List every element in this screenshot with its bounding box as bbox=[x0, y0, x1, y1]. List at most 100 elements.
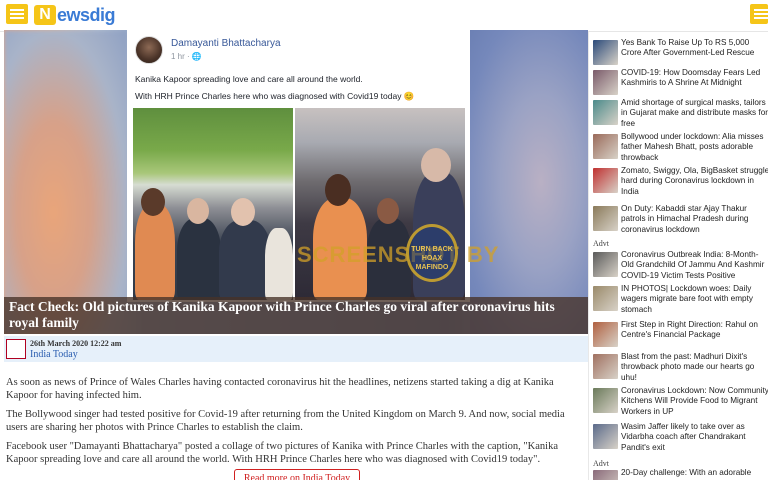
byline: 26th March 2020 12:22 am India Today bbox=[4, 336, 588, 362]
source-link[interactable]: India Today bbox=[30, 349, 78, 360]
figure-woman-left bbox=[135, 204, 175, 300]
read-more-button[interactable]: Read more on India Today bbox=[234, 469, 360, 480]
news-headline-line: Bollywood under lockdown: Alia misses bbox=[621, 132, 764, 141]
sidebar-news-item[interactable]: Blast from the past: Madhuri Dixit's thro… bbox=[593, 352, 768, 384]
news-thumbnail bbox=[593, 168, 618, 193]
article-paragraph: Facebook user "Damayanti Bhattacharya" p… bbox=[6, 441, 558, 465]
sidebar-news-item[interactable]: Bollywood under lockdown: Alia misses fat… bbox=[593, 132, 768, 164]
news-headline-line: stomach bbox=[621, 304, 652, 314]
news-headline-line: free bbox=[621, 118, 636, 128]
sidebar-news-item[interactable]: IN PHOTOS| Lockdown woes: Daily wagers mi… bbox=[593, 284, 768, 316]
news-thumbnail bbox=[593, 424, 618, 449]
news-headline[interactable]: Yes Bank To Raise Up To RS 5,000 Crore Af… bbox=[621, 38, 768, 59]
news-headline[interactable]: Blast from the past: Madhuri Dixit's thro… bbox=[621, 352, 768, 383]
related-news-sidebar: Yes Bank To Raise Up To RS 5,000 Crore Af… bbox=[588, 32, 768, 480]
publish-date: 26th March 2020 12:22 am bbox=[30, 339, 122, 348]
news-headline-line: throwback photo made our hearts go bbox=[621, 362, 755, 372]
news-thumbnail bbox=[593, 322, 618, 347]
hero-blur-right bbox=[470, 30, 588, 334]
news-headline-line: COVID-19: How Doomsday Fears Led bbox=[621, 68, 761, 77]
news-headline-line: patrols in Himachal Pradesh during bbox=[621, 214, 749, 224]
news-headline-line: throwback bbox=[621, 152, 659, 162]
advt-label: Advt bbox=[593, 459, 609, 468]
news-thumbnail bbox=[593, 134, 618, 159]
news-headline[interactable]: Coronavirus Outbreak India: 8-Month- Old … bbox=[621, 250, 768, 281]
news-headline[interactable]: First Step in Right Direction: Rahul on C… bbox=[621, 320, 768, 341]
news-headline-line: Coronavirus Outbreak India: 8-Month- bbox=[621, 250, 759, 259]
news-headline[interactable]: 20-Day challenge: With an adorable bbox=[621, 468, 768, 478]
news-headline[interactable]: Wasim Jaffer likely to take over as Vidar… bbox=[621, 422, 768, 453]
figure-head bbox=[325, 174, 351, 206]
news-thumbnail bbox=[593, 354, 618, 379]
news-headline-line: India bbox=[621, 186, 639, 196]
news-headline-line: On Duty: Kabaddi star Ajay Thakur bbox=[621, 204, 747, 213]
site-logo[interactable]: N ewsdig bbox=[34, 4, 116, 26]
sidebar-news-item[interactable]: Coronavirus Lockdown: Now Community Kitch… bbox=[593, 386, 768, 418]
news-headline-line: Yes Bank To Raise Up To RS 5,000 bbox=[621, 38, 750, 47]
news-headline[interactable]: Zomato, Swiggy, Ola, BigBasket struggle h… bbox=[621, 166, 768, 197]
menu-icon-right[interactable] bbox=[750, 4, 768, 24]
sidebar-news-item[interactable]: Wasim Jaffer likely to take over as Vidar… bbox=[593, 422, 768, 454]
source-logo-icon bbox=[6, 339, 26, 359]
figure-head bbox=[141, 188, 165, 216]
sidebar-news-item[interactable]: COVID-19: How Doomsday Fears Led Kashmiri… bbox=[593, 68, 768, 100]
post-text-line-1: Kanika Kapoor spreading love and care al… bbox=[135, 74, 363, 84]
news-headline-line: Zomato, Swiggy, Ola, BigBasket struggle bbox=[621, 166, 768, 175]
news-headline-line: Kashmiris to A Shrine At Midnight bbox=[621, 78, 742, 88]
news-headline-line: coronavirus lockdown bbox=[621, 224, 700, 234]
headline-bar: Fact Check: Old pictures of Kanika Kapoo… bbox=[4, 297, 588, 334]
post-author: Damayanti Bhattacharya bbox=[171, 38, 281, 49]
logo-badge: N bbox=[34, 5, 56, 25]
article-paragraph: As soon as news of Prince of Wales Charl… bbox=[6, 377, 554, 401]
news-headline-line: Workers in UP bbox=[621, 406, 674, 416]
hero-blur-left bbox=[4, 30, 128, 334]
news-headline[interactable]: COVID-19: How Doomsday Fears Led Kashmiri… bbox=[621, 68, 768, 89]
news-headline-line: 20-Day challenge: With an adorable bbox=[621, 468, 752, 477]
news-headline-line: Centre's Financial Package bbox=[621, 330, 721, 340]
news-headline[interactable]: On Duty: Kabaddi star Ajay Thakur patrols… bbox=[621, 204, 768, 235]
sidebar-news-item[interactable]: 20-Day challenge: With an adorable bbox=[593, 468, 768, 480]
news-thumbnail bbox=[593, 252, 618, 277]
news-headline-line: First Step in Right Direction: Rahul on bbox=[621, 320, 758, 329]
news-headline-line: hard during Coronavirus lockdown in bbox=[621, 176, 754, 186]
figure-bg bbox=[265, 228, 293, 300]
figure-head bbox=[231, 198, 255, 226]
news-thumbnail bbox=[593, 286, 618, 311]
sidebar-news-item[interactable]: First Step in Right Direction: Rahul on C… bbox=[593, 320, 768, 352]
figure-man bbox=[177, 218, 221, 300]
news-thumbnail bbox=[593, 40, 618, 65]
news-thumbnail bbox=[593, 206, 618, 231]
news-headline-line: Vidarbha coach after Chandrakant bbox=[621, 432, 746, 442]
news-headline[interactable]: Coronavirus Lockdown: Now Community Kitch… bbox=[621, 386, 768, 417]
article-paragraph: The Bollywood singer had tested positive… bbox=[6, 409, 565, 433]
news-headline-line: Kitchens Will Provide Food to Migrant bbox=[621, 396, 758, 406]
news-thumbnail bbox=[593, 100, 618, 125]
news-headline-line: Blast from the past: Madhuri Dixit's bbox=[621, 352, 748, 361]
sidebar-news-item[interactable]: Yes Bank To Raise Up To RS 5,000 Crore Af… bbox=[593, 38, 768, 70]
advt-label: Advt bbox=[593, 239, 609, 248]
news-headline-line: IN PHOTOS| Lockdown woes: Daily bbox=[621, 284, 752, 293]
news-headline-line: Crore After Government-Led Rescue bbox=[621, 48, 755, 58]
figure-head bbox=[421, 148, 451, 182]
sidebar-news-item[interactable]: Zomato, Swiggy, Ola, BigBasket struggle h… bbox=[593, 166, 768, 198]
photo-left bbox=[133, 108, 293, 300]
sidebar-news-item[interactable]: On Duty: Kabaddi star Ajay Thakur patrols… bbox=[593, 204, 768, 236]
headline[interactable]: Fact Check: Old pictures of Kanika Kapoo… bbox=[9, 299, 579, 331]
menu-icon[interactable] bbox=[6, 4, 28, 24]
news-headline-line: COVID-19 Victim Tests Positive bbox=[621, 270, 736, 280]
news-headline-line: Amid shortage of surgical masks, tailors bbox=[621, 98, 766, 107]
news-headline-line: Pandit's exit bbox=[621, 442, 665, 452]
sidebar-news-item[interactable]: Coronavirus Outbreak India: 8-Month- Old … bbox=[593, 250, 768, 282]
news-headline[interactable]: IN PHOTOS| Lockdown woes: Daily wagers mi… bbox=[621, 284, 768, 315]
figure-prince bbox=[219, 220, 271, 300]
news-headline[interactable]: Amid shortage of surgical masks, tailors… bbox=[621, 98, 768, 129]
news-thumbnail bbox=[593, 388, 618, 413]
news-headline-line: wagers migrate bare foot with empty bbox=[621, 294, 753, 304]
sidebar-news-item[interactable]: Amid shortage of surgical masks, tailors… bbox=[593, 98, 768, 130]
news-headline[interactable]: Bollywood under lockdown: Alia misses fat… bbox=[621, 132, 768, 163]
site-header: N ewsdig bbox=[0, 0, 768, 32]
logo-text: ewsdig bbox=[57, 4, 116, 25]
news-headline-line: Coronavirus Lockdown: Now Community bbox=[621, 386, 768, 395]
figure-head bbox=[377, 198, 399, 224]
post-meta: 1 hr · 🌐 bbox=[171, 52, 202, 61]
